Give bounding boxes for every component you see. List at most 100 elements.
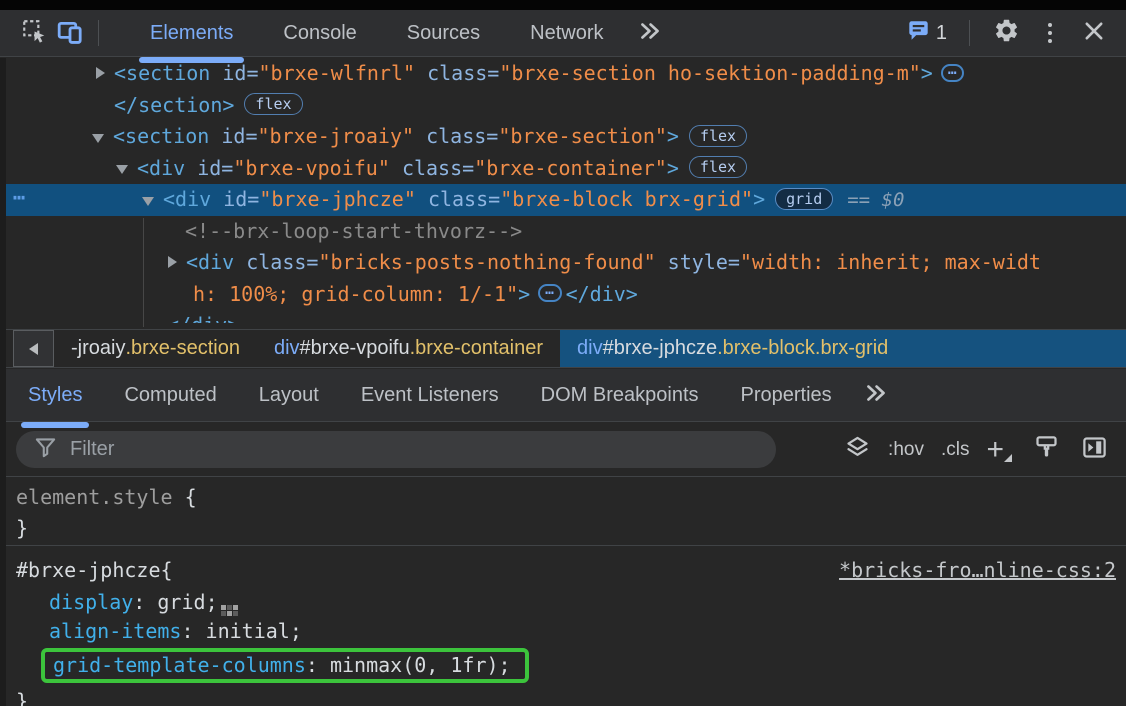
css-property-name[interactable]: display — [49, 590, 133, 614]
code-token: > — [921, 61, 933, 85]
grid-editor-icon[interactable] — [221, 605, 238, 616]
more-styles-tabs-button[interactable] — [863, 369, 889, 421]
breadcrumb-item[interactable]: div#brxe-jphcze.brxe-block.brx-grid — [560, 330, 1126, 367]
css-rule-selector[interactable]: #brxe-jphcze — [16, 557, 161, 583]
code-token: class= — [402, 156, 474, 180]
gear-icon — [993, 17, 1020, 49]
css-punct: : — [133, 590, 157, 614]
cascade-layers-button[interactable] — [844, 434, 871, 466]
kebab-menu-icon — [1035, 23, 1065, 43]
tab-sources[interactable]: Sources — [382, 10, 505, 56]
new-style-rule-button[interactable]: + — [986, 437, 1010, 463]
tree-row[interactable]: ⋯<div id="brxe-jphcze" class="brxe-block… — [0, 184, 1126, 216]
more-options-button[interactable] — [1032, 15, 1068, 51]
tab-dom-breakpoints[interactable]: DOM Breakpoints — [520, 369, 720, 421]
tab-computed[interactable]: Computed — [103, 369, 237, 421]
tab-styles[interactable]: Styles — [7, 369, 103, 421]
grid-badge[interactable]: grid — [775, 188, 833, 210]
element-style-selector[interactable]: element.style — [16, 485, 173, 509]
toolbar-divider — [98, 20, 99, 46]
code-token: "brxe-block brx-grid" — [500, 187, 753, 211]
tab-properties[interactable]: Properties — [720, 369, 853, 421]
stylesheet-source-link[interactable]: *bricks-fro…nline-css:2 — [839, 557, 1116, 583]
code-token: > — [667, 124, 679, 148]
code-token: "brxe-container" — [474, 156, 667, 180]
window-left-edge — [0, 58, 6, 706]
code-token: class= — [246, 250, 318, 274]
more-panels-button[interactable] — [637, 20, 663, 47]
inspect-element-button[interactable] — [16, 15, 52, 51]
css-rule-close-brace: } — [0, 686, 1126, 706]
element-style-section[interactable]: element.style { } — [0, 478, 1126, 546]
more-actions-icon[interactable]: ⋯ — [13, 182, 27, 214]
close-devtools-button[interactable] — [1076, 15, 1112, 51]
css-property-value[interactable]: initial — [206, 619, 290, 643]
tab-console[interactable]: Console — [258, 10, 381, 56]
css-declaration[interactable]: display: grid; — [0, 588, 1126, 617]
css-property-value[interactable]: minmax(0, 1fr) — [330, 653, 499, 677]
css-declaration[interactable]: grid-template-columns: minmax(0, 1fr); — [0, 646, 1126, 686]
tree-row[interactable]: h: 100%; grid-column: 1/-1">⋯</div> — [0, 279, 1126, 311]
collapse-arrow-icon[interactable] — [116, 165, 128, 174]
code-token — [415, 61, 427, 85]
tree-row[interactable]: <div class="bricks-posts-nothing-found" … — [0, 247, 1126, 279]
chevron-double-right-icon — [863, 382, 889, 409]
expand-inline-icon[interactable]: ⋯ — [538, 284, 561, 302]
issues-button[interactable]: 1 — [903, 19, 951, 47]
settings-button[interactable] — [988, 15, 1024, 51]
code-token — [414, 124, 426, 148]
devtools-main-toolbar: ElementsConsoleSourcesNetwork 1 — [0, 10, 1126, 57]
collapse-arrow-icon[interactable] — [142, 197, 154, 206]
css-rule-header: #brxe-jphcze { *bricks-fro…nline-css:2 — [0, 546, 1126, 583]
expand-arrow-icon[interactable] — [168, 256, 177, 268]
code-token: class= — [427, 61, 499, 85]
tab-network[interactable]: Network — [505, 10, 628, 56]
breadcrumb-token: #brxe-vpoifu — [300, 337, 410, 360]
breadcrumb-item[interactable]: -jroaiy.brxe-section — [54, 330, 257, 367]
tree-row[interactable]: <div id="brxe-vpoifu" class="brxe-contai… — [0, 153, 1126, 185]
css-punct: : — [181, 619, 205, 643]
code-token: <div — [137, 156, 197, 180]
code-token: > — [518, 282, 530, 306]
styles-filter-input[interactable] — [70, 438, 762, 461]
toggle-element-state-button[interactable]: :hov — [888, 439, 924, 461]
tree-row[interactable]: </div> — [0, 310, 1126, 323]
expand-arrow-icon[interactable] — [96, 67, 105, 79]
styles-filter-field[interactable] — [16, 431, 776, 468]
tab-event-listeners[interactable]: Event Listeners — [340, 369, 520, 421]
code-token: > — [667, 156, 679, 180]
breadcrumb-back-button[interactable] — [13, 330, 54, 367]
css-punct: ; — [206, 590, 218, 614]
tree-row[interactable]: <section id="brxe-jroaiy" class="brxe-se… — [0, 121, 1126, 153]
tree-row[interactable]: <!--brx-loop-start-thvorz--> — [0, 216, 1126, 248]
rendering-emulation-button[interactable] — [1033, 434, 1060, 466]
flex-badge[interactable]: flex — [689, 125, 747, 147]
tree-row[interactable]: </section>flex — [0, 90, 1126, 122]
breadcrumb-item[interactable]: div#brxe-vpoifu.brxe-container — [257, 330, 560, 367]
tab-layout[interactable]: Layout — [238, 369, 340, 421]
chevron-left-icon — [29, 343, 38, 355]
flex-badge[interactable]: flex — [689, 156, 747, 178]
device-toolbar-icon — [56, 17, 84, 50]
css-property-value[interactable]: grid — [157, 590, 205, 614]
collapse-arrow-icon[interactable] — [92, 134, 104, 143]
collapse-panel-button[interactable] — [1081, 434, 1108, 466]
code-token: class= — [428, 187, 500, 211]
css-rule-section: #brxe-jphcze { *bricks-fro…nline-css:2 d… — [0, 546, 1126, 706]
code-token: "brxe-section ho-sektion-padding-m" — [499, 61, 920, 85]
code-token: <div — [163, 187, 223, 211]
element-classes-button[interactable]: .cls — [941, 439, 970, 461]
code-token: id= — [197, 156, 233, 180]
code-token: style= — [668, 250, 740, 274]
code-token: id= — [221, 124, 257, 148]
code-token: <section — [113, 124, 221, 148]
flex-badge[interactable]: flex — [244, 93, 302, 115]
tab-elements[interactable]: Elements — [125, 10, 258, 56]
css-property-name[interactable]: align-items — [49, 619, 181, 643]
css-declaration[interactable]: align-items: initial; — [0, 617, 1126, 646]
css-punct: : — [306, 653, 330, 677]
css-property-name[interactable]: grid-template-columns — [53, 653, 306, 677]
code-token: <!--brx-loop-start-thvorz--> — [185, 219, 522, 243]
expand-inline-icon[interactable]: ⋯ — [941, 64, 964, 82]
device-toolbar-toggle-button[interactable] — [52, 15, 88, 51]
